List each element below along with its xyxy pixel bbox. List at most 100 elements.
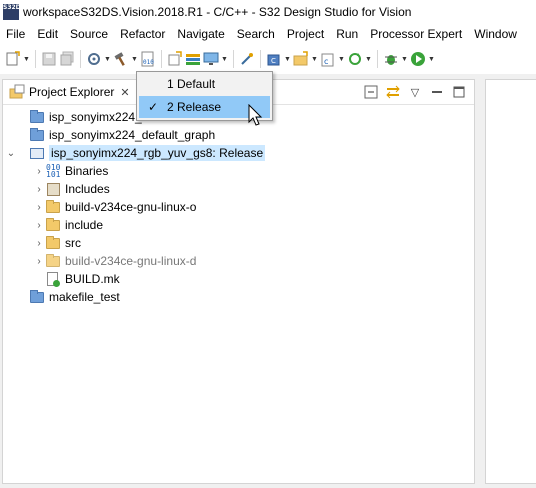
menu-navigate[interactable]: Navigate <box>171 25 230 43</box>
collapse-chevron-icon[interactable]: › <box>33 216 45 234</box>
refresh-run-icon[interactable] <box>346 49 364 69</box>
build-hammer-icon[interactable] <box>112 49 130 69</box>
link-with-editor-icon[interactable] <box>384 84 402 100</box>
folder-new-dropdown-arrow[interactable]: ▼ <box>310 49 319 69</box>
editor-area <box>485 79 536 484</box>
menu-run[interactable]: Run <box>330 25 364 43</box>
maximize-icon[interactable] <box>450 84 468 100</box>
debug-icon[interactable] <box>382 49 400 69</box>
folder-icon <box>45 217 61 233</box>
new-project-icon[interactable]: C <box>265 49 283 69</box>
menu-item-label: 1 Default <box>167 77 216 91</box>
toolbar-separator <box>377 50 378 68</box>
project-folder-icon <box>29 127 45 143</box>
settings-icon[interactable] <box>85 49 103 69</box>
project-folder-icon <box>29 289 45 305</box>
stack-icon[interactable] <box>184 49 202 69</box>
toolbar-separator <box>233 50 234 68</box>
window-title: workspaceS32DS.Vision.2018.R1 - C/C++ - … <box>23 5 412 19</box>
open-project-folder-icon <box>29 145 45 161</box>
tree-item-label: isp_sonyimx224_ <box>49 110 142 124</box>
tree-item-label: Includes <box>65 182 110 196</box>
project-explorer-view: Project Explorer ✕ ▽ isp_sonyimx224_ isp… <box>2 79 475 484</box>
binary-icon[interactable]: 010 <box>139 49 157 69</box>
folder-icon <box>45 235 61 251</box>
tree-item-project[interactable]: isp_sonyimx224_default_graph <box>3 126 474 144</box>
project-tree: isp_sonyimx224_ isp_sonyimx224_default_g… <box>3 108 474 306</box>
collapse-chevron-icon[interactable]: › <box>33 162 45 180</box>
title-bar: S32DS workspaceS32DS.Vision.2018.R1 - C/… <box>0 0 536 24</box>
build-dropdown-arrow[interactable]: ▼ <box>130 49 139 69</box>
app-icon: S32DS <box>3 4 25 20</box>
new-icon[interactable] <box>4 49 22 69</box>
toolbar-separator <box>80 50 81 68</box>
menu-item-label: 2 Release <box>167 100 222 114</box>
menu-source[interactable]: Source <box>64 25 114 43</box>
view-controls: ▽ <box>358 84 468 100</box>
settings-dropdown-arrow[interactable]: ▼ <box>103 49 112 69</box>
tree-item-includes[interactable]: › Includes <box>3 180 474 198</box>
tree-item-folder[interactable]: › include <box>3 216 474 234</box>
close-icon[interactable]: ✕ <box>120 86 129 99</box>
run-icon[interactable] <box>409 49 427 69</box>
menu-processor-expert[interactable]: Processor Expert <box>364 25 468 43</box>
new-project-dropdown-arrow[interactable]: ▼ <box>283 49 292 69</box>
tree-item-label: makefile_test <box>49 290 120 304</box>
toolbar: ▼ ▼ ▼ 010 ▼ C ▼ ▼ c ▼ ▼ ▼ ▼ <box>0 45 536 73</box>
collapse-all-icon[interactable] <box>362 84 380 100</box>
new-dropdown-arrow[interactable]: ▼ <box>22 49 31 69</box>
menu-bar: File Edit Source Refactor Navigate Searc… <box>0 24 536 44</box>
tree-item-project[interactable]: makefile_test <box>3 288 474 306</box>
tree-item-folder-derived[interactable]: › build-v234ce-gnu-linux-d <box>3 252 474 270</box>
monitor-dropdown-arrow[interactable]: ▼ <box>220 49 229 69</box>
tree-item-binaries[interactable]: › 010 101 Binaries <box>3 162 474 180</box>
menu-window[interactable]: Window <box>468 25 523 43</box>
tree-item-label: build-v234ce-gnu-linux-o <box>65 200 197 214</box>
menu-item-default-config[interactable]: 1 Default <box>139 73 270 95</box>
svg-text:c: c <box>324 57 328 66</box>
tab-label: Project Explorer <box>29 85 115 99</box>
menu-search[interactable]: Search <box>231 25 281 43</box>
save-all-icon[interactable] <box>58 49 76 69</box>
binaries-icon: 010 101 <box>46 163 61 179</box>
svg-text:010: 010 <box>143 59 154 66</box>
tree-item-folder[interactable]: › build-v234ce-gnu-linux-o <box>3 198 474 216</box>
new-c-file-icon[interactable]: c <box>319 49 337 69</box>
expand-chevron-icon[interactable]: ⌄ <box>5 144 17 162</box>
pin-icon[interactable] <box>238 49 256 69</box>
collapse-chevron-icon[interactable]: › <box>33 252 45 270</box>
menu-refactor[interactable]: Refactor <box>114 25 171 43</box>
run-dropdown-arrow[interactable]: ▼ <box>427 49 436 69</box>
tree-item-file[interactable]: BUILD.mk <box>3 270 474 288</box>
folder-new-icon[interactable] <box>292 49 310 69</box>
folder-icon <box>45 199 61 215</box>
tree-item-folder[interactable]: › src <box>3 234 474 252</box>
collapse-chevron-icon[interactable]: › <box>33 234 45 252</box>
tree-item-label: build-v234ce-gnu-linux-d <box>65 254 197 268</box>
monitor-icon[interactable] <box>202 49 220 69</box>
menu-edit[interactable]: Edit <box>31 25 64 43</box>
minimize-icon[interactable] <box>428 84 446 100</box>
twisty-empty <box>17 126 29 144</box>
tab-project-explorer[interactable]: Project Explorer ✕ <box>3 80 136 104</box>
tree-item-label: src <box>65 236 81 250</box>
new-c-file-dropdown-arrow[interactable]: ▼ <box>337 49 346 69</box>
twisty-empty <box>33 270 45 288</box>
toolbar-separator <box>260 50 261 68</box>
twisty-empty <box>17 108 29 126</box>
collapse-chevron-icon[interactable]: › <box>33 198 45 216</box>
menu-file[interactable]: File <box>0 25 31 43</box>
includes-icon <box>45 181 61 197</box>
new-class-icon[interactable] <box>166 49 184 69</box>
tree-item-project-selected[interactable]: ⌄ isp_sonyimx224_rgb_yuv_gs8: Release <box>3 144 474 162</box>
debug-dropdown-arrow[interactable]: ▼ <box>400 49 409 69</box>
twisty-empty <box>17 288 29 306</box>
view-menu-icon[interactable]: ▽ <box>406 84 424 100</box>
toolbar-separator <box>161 50 162 68</box>
refresh-run-dropdown-arrow[interactable]: ▼ <box>364 49 373 69</box>
collapse-chevron-icon[interactable]: › <box>33 180 45 198</box>
tree-item-label: BUILD.mk <box>65 272 120 286</box>
menu-project[interactable]: Project <box>281 25 330 43</box>
tree-item-label: isp_sonyimx224_rgb_yuv_gs8: Release <box>49 145 266 161</box>
save-icon[interactable] <box>40 49 58 69</box>
